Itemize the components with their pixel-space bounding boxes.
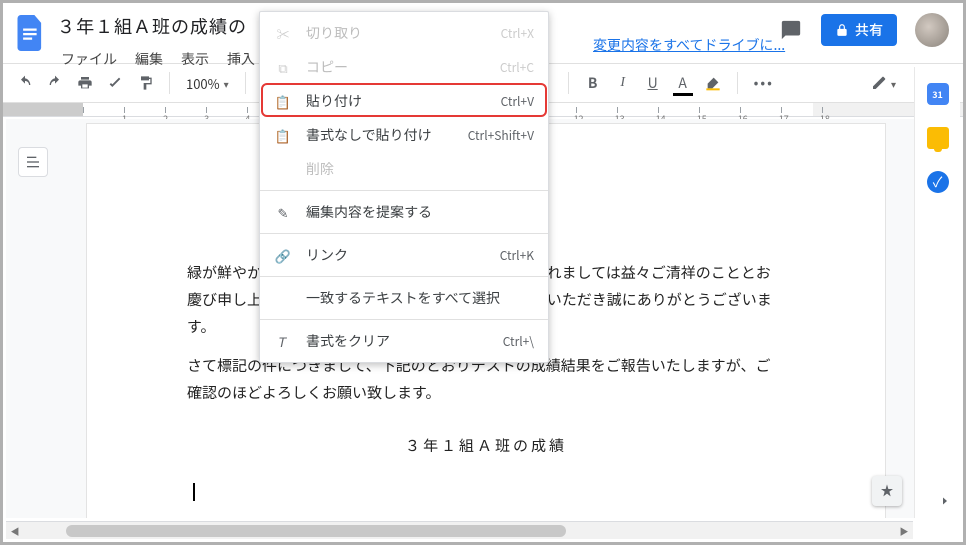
- account-avatar[interactable]: [915, 13, 949, 47]
- share-button[interactable]: 共有: [821, 14, 897, 46]
- editing-mode-button[interactable]: [867, 70, 900, 96]
- copy-icon: ⧉: [274, 58, 292, 77]
- menu-file[interactable]: ファイル: [53, 45, 125, 73]
- context-menu-paste[interactable]: 📋 貼り付け Ctrl+V: [260, 84, 548, 118]
- italic-button[interactable]: I: [611, 70, 635, 96]
- context-menu-delete: 削除: [260, 152, 548, 186]
- menu-edit[interactable]: 編集: [127, 45, 171, 73]
- context-menu: ✂ 切り取り Ctrl+X ⧉ コピー Ctrl+C 📋 貼り付け Ctrl+V…: [259, 11, 549, 363]
- share-button-label: 共有: [855, 20, 883, 40]
- paste-icon: 📋: [274, 92, 292, 111]
- context-menu-paste-plain[interactable]: 📋 書式なしで貼り付け Ctrl+Shift+V: [260, 118, 548, 152]
- context-menu-cut: ✂ 切り取り Ctrl+X: [260, 16, 548, 50]
- menubar: ファイル 編集 表示 挿入: [53, 45, 263, 73]
- text-cursor: [187, 477, 785, 504]
- calendar-addon-icon[interactable]: 31: [927, 83, 949, 105]
- underline-button[interactable]: U: [641, 70, 665, 96]
- menu-view[interactable]: 表示: [173, 45, 217, 73]
- side-panel: 31 ✓: [914, 67, 960, 518]
- undo-button[interactable]: [13, 70, 37, 96]
- scroll-right-arrow[interactable]: ▶: [895, 522, 913, 540]
- text-color-button[interactable]: A: [671, 70, 695, 96]
- clear-format-icon: 𝑇: [274, 332, 292, 351]
- context-menu-suggest[interactable]: ✎ 編集内容を提案する: [260, 195, 548, 229]
- cut-icon: ✂: [274, 24, 292, 43]
- explore-button[interactable]: [872, 476, 902, 506]
- spellcheck-button[interactable]: [103, 70, 127, 96]
- context-menu-copy: ⧉ コピー Ctrl+C: [260, 50, 548, 84]
- link-icon: 🔗: [274, 246, 292, 265]
- tasks-addon-icon[interactable]: ✓: [927, 171, 949, 193]
- docs-logo-icon[interactable]: [13, 11, 49, 55]
- zoom-select[interactable]: 100%: [182, 70, 233, 96]
- bold-button[interactable]: B: [581, 70, 605, 96]
- paste-plain-icon: 📋: [274, 126, 292, 145]
- document-title[interactable]: ３年１組Ａ班の成績の: [53, 11, 263, 41]
- sidepanel-collapse-button[interactable]: [934, 490, 956, 512]
- highlight-color-button[interactable]: [701, 70, 725, 96]
- scroll-thumb[interactable]: [66, 525, 566, 537]
- comments-icon[interactable]: [779, 18, 803, 42]
- save-status-link[interactable]: 変更内容をすべてドライブに...: [593, 35, 785, 55]
- print-button[interactable]: [73, 70, 97, 96]
- context-menu-link[interactable]: 🔗 リンク Ctrl+K: [260, 238, 548, 272]
- menu-insert[interactable]: 挿入: [219, 45, 263, 73]
- horizontal-scrollbar[interactable]: ◀ ▶: [6, 521, 913, 539]
- outline-toggle-button[interactable]: [18, 147, 48, 177]
- context-menu-clear-format[interactable]: 𝑇 書式をクリア Ctrl+\: [260, 324, 548, 358]
- doc-subtitle: ３年１組Ａ班の成績: [187, 432, 785, 459]
- scroll-left-arrow[interactable]: ◀: [6, 522, 24, 540]
- context-menu-select-matching[interactable]: 一致するテキストをすべて選択: [260, 281, 548, 315]
- redo-button[interactable]: [43, 70, 67, 96]
- keep-addon-icon[interactable]: [927, 127, 949, 149]
- suggest-icon: ✎: [274, 203, 292, 222]
- toolbar-overflow-button[interactable]: •••: [750, 70, 778, 96]
- paint-format-button[interactable]: [133, 70, 157, 96]
